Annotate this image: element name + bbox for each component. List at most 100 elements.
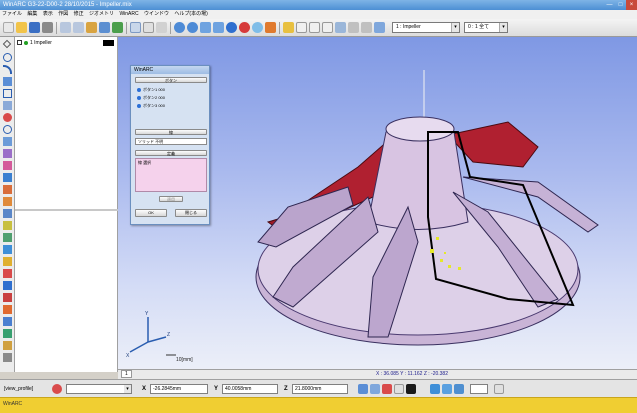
section-top-button[interactable]: ボタン (135, 77, 207, 83)
view-iso-icon[interactable] (335, 22, 346, 33)
chamfer-tool-icon[interactable] (3, 161, 12, 170)
shade-icon[interactable] (239, 22, 250, 33)
move-tool-icon[interactable] (3, 209, 12, 218)
z-coordinate-input[interactable]: 21.8000mm (292, 384, 348, 394)
checkbox-icon[interactable] (17, 40, 22, 46)
snap-endpoint-icon[interactable] (358, 384, 368, 394)
section-low-button[interactable]: 定義 (135, 150, 207, 156)
panel-splitter[interactable] (15, 209, 118, 211)
maximize-button[interactable]: □ (615, 0, 626, 10)
paste-icon[interactable] (112, 22, 123, 33)
wire-icon[interactable] (252, 22, 263, 33)
solid-tool-icon[interactable] (3, 305, 12, 314)
line-width-select[interactable] (470, 384, 488, 394)
menu-view[interactable]: 表示 (41, 11, 55, 17)
view-front-icon[interactable] (296, 22, 307, 33)
zoom-window-icon[interactable] (200, 22, 211, 33)
zoom-in-icon[interactable] (174, 22, 185, 33)
dialog-row-2[interactable]: ボタン2 000 (137, 94, 165, 101)
menu-edit[interactable]: 編集 (25, 11, 39, 17)
polyline-tool-icon[interactable] (3, 77, 12, 86)
menu-file[interactable]: ファイル (0, 11, 24, 17)
section-mid-button[interactable]: 線 (135, 129, 207, 135)
zoom-all-icon[interactable] (213, 22, 224, 33)
new-file-icon[interactable] (3, 22, 14, 33)
grid-icon[interactable] (130, 22, 141, 33)
menu-window[interactable]: ウインドウ (142, 11, 171, 17)
view-top-icon[interactable] (309, 22, 320, 33)
view-side-icon[interactable] (322, 22, 333, 33)
ortho-icon[interactable] (156, 22, 167, 33)
point-tool-icon[interactable] (3, 113, 12, 122)
zoom-out-icon[interactable] (187, 22, 198, 33)
snap-icon[interactable] (143, 22, 154, 33)
revolve-tool-icon[interactable] (3, 341, 12, 350)
circle-tool-icon[interactable] (3, 53, 12, 62)
trim-tool-icon[interactable] (3, 173, 12, 182)
color-black-swatch[interactable] (406, 384, 416, 394)
layer-edit-icon[interactable] (454, 384, 464, 394)
menu-draw[interactable]: 作図 (56, 11, 70, 17)
menu-winarc[interactable]: WinARC (117, 11, 140, 17)
rectangle-tool-icon[interactable] (3, 89, 12, 98)
layer-lock-icon[interactable] (442, 384, 452, 394)
redo-icon[interactable] (73, 22, 84, 33)
sphere-icon[interactable] (226, 22, 237, 33)
settings-icon[interactable] (494, 384, 504, 394)
save-icon[interactable] (29, 22, 40, 33)
layer-icon[interactable] (283, 22, 294, 33)
menu-modify[interactable]: 修正 (72, 11, 86, 17)
menu-geometry[interactable]: ジオメトリ (87, 11, 116, 17)
dialog-row-1[interactable]: ボタン1 000 (137, 86, 165, 93)
print-icon[interactable] (42, 22, 53, 33)
extend-tool-icon[interactable] (3, 185, 12, 194)
apply-button[interactable]: 適用 (159, 196, 183, 202)
arc-tool-icon[interactable] (3, 65, 12, 74)
delete-tool-icon[interactable] (3, 269, 12, 278)
minimize-button[interactable]: — (604, 0, 615, 10)
section-tool-icon[interactable] (3, 353, 12, 362)
scale-tool-icon[interactable] (3, 233, 12, 242)
menu-help[interactable]: ヘルプ(本の場) (172, 11, 209, 17)
profile-select[interactable]: ▾ (66, 384, 132, 394)
rotate-tool-icon[interactable] (3, 221, 12, 230)
offset-tool-icon[interactable] (3, 137, 12, 146)
mirror-tool-icon[interactable] (3, 197, 12, 206)
dimension-tool-icon[interactable] (3, 281, 12, 290)
hatch-tool-icon[interactable] (3, 293, 12, 302)
open-folder-icon[interactable] (16, 22, 27, 33)
undo-icon[interactable] (60, 22, 71, 33)
color-swatch[interactable] (103, 40, 114, 46)
layer-display-icon[interactable] (430, 384, 440, 394)
render-icon[interactable] (265, 22, 276, 33)
property-icon[interactable] (361, 22, 372, 33)
surface-tool-icon[interactable] (3, 317, 12, 326)
layer-manager-icon[interactable] (374, 22, 385, 33)
cut-icon[interactable] (86, 22, 97, 33)
tree-item-impeller[interactable]: 1 Impeller (17, 39, 116, 47)
line-type-field[interactable]: ソリッド 不明 (135, 138, 207, 145)
snap-center-icon[interactable] (382, 384, 392, 394)
text-tool-icon[interactable] (3, 257, 12, 266)
close-button[interactable]: × (626, 0, 637, 10)
close-dialog-button[interactable]: 閉じる (175, 209, 207, 217)
fillet-tool-icon[interactable] (3, 149, 12, 158)
snap-midpoint-icon[interactable] (370, 384, 380, 394)
spline-tool-icon[interactable] (3, 101, 12, 110)
array-tool-icon[interactable] (3, 245, 12, 254)
dialog-row-3[interactable]: ボタン3 000 (137, 102, 165, 109)
ellipse-tool-icon[interactable] (3, 125, 12, 134)
x-coordinate-input[interactable]: -26.2845mm (150, 384, 208, 394)
y-coordinate-input[interactable]: 40.0058mm (222, 384, 278, 394)
selection-list[interactable]: 線 選択 (135, 158, 207, 192)
snap-grid-icon[interactable] (394, 384, 404, 394)
extrude-tool-icon[interactable] (3, 329, 12, 338)
copy-icon[interactable] (99, 22, 110, 33)
color-picker-icon[interactable] (52, 384, 62, 394)
scope-select[interactable]: 0 : 1 全て ▾ (464, 22, 508, 33)
line-tool-icon[interactable] (2, 39, 12, 49)
layer-select[interactable]: 1 : Impeller ▾ (392, 22, 460, 33)
measure-icon[interactable] (348, 22, 359, 33)
view-tab[interactable]: 1 (121, 370, 132, 378)
ok-button[interactable]: OK (135, 209, 167, 217)
